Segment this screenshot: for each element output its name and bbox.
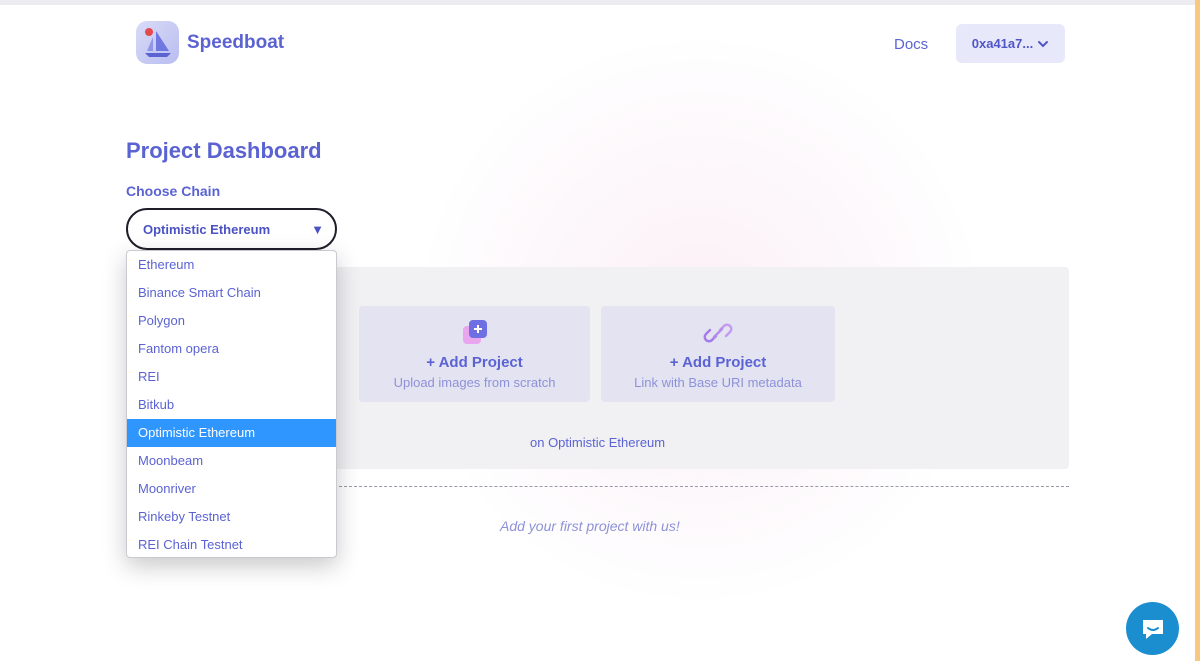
chain-select[interactable]: Optimistic Ethereum ▼	[126, 208, 337, 250]
chain-note: on Optimistic Ethereum	[530, 435, 666, 450]
page-title: Project Dashboard	[126, 138, 322, 163]
chain-option[interactable]: Moonbeam	[127, 447, 336, 475]
divider	[334, 486, 1069, 487]
chain-select-value: Optimistic Ethereum	[143, 222, 271, 237]
card-title: + Add Project	[426, 354, 523, 371]
chain-option[interactable]: Bitkub	[127, 391, 336, 419]
card-subtitle: Link with Base URI metadata	[634, 375, 802, 390]
logo-icon[interactable]	[136, 21, 179, 64]
chain-option[interactable]: REI Chain Testnet	[127, 531, 336, 557]
wallet-address: 0xa41a7...	[971, 36, 1034, 51]
card-subtitle: Upload images from scratch	[393, 375, 556, 390]
brand-name[interactable]: Speedboat	[187, 32, 284, 54]
card-title: + Add Project	[669, 354, 767, 371]
add-project-link-card[interactable]: + Add Project Link with Base URI metadat…	[601, 306, 835, 402]
image-plus-icon	[460, 318, 490, 353]
header: Speedboat Docs 0xa41a7...	[0, 5, 1195, 85]
chain-option[interactable]: Ethereum	[127, 251, 336, 279]
chain-option[interactable]: Moonriver	[127, 475, 336, 503]
add-project-upload-card[interactable]: + Add Project Upload images from scratch	[359, 306, 590, 402]
chat-icon	[1142, 619, 1163, 639]
chain-option[interactable]: Rinkeby Testnet	[127, 503, 336, 531]
link-icon	[703, 318, 733, 353]
chat-button[interactable]	[1126, 602, 1179, 655]
empty-state-text: Add your first project with us!	[500, 518, 680, 534]
chain-dropdown-list: Ethereum Binance Smart Chain Polygon Fan…	[126, 250, 337, 558]
wallet-button[interactable]: 0xa41a7...	[956, 24, 1065, 63]
docs-link[interactable]: Docs	[894, 36, 928, 53]
chain-option[interactable]: Binance Smart Chain	[127, 279, 336, 307]
choose-chain-label: Choose Chain	[126, 183, 221, 199]
chain-option[interactable]: REI	[127, 363, 336, 391]
right-edge-bar	[1195, 0, 1200, 661]
chain-option-selected[interactable]: Optimistic Ethereum	[127, 419, 336, 447]
chevron-down-icon	[1038, 40, 1049, 47]
chain-option[interactable]: Polygon	[127, 307, 336, 335]
dropdown-arrow-icon: ▼	[311, 222, 324, 237]
chain-option[interactable]: Fantom opera	[127, 335, 336, 363]
